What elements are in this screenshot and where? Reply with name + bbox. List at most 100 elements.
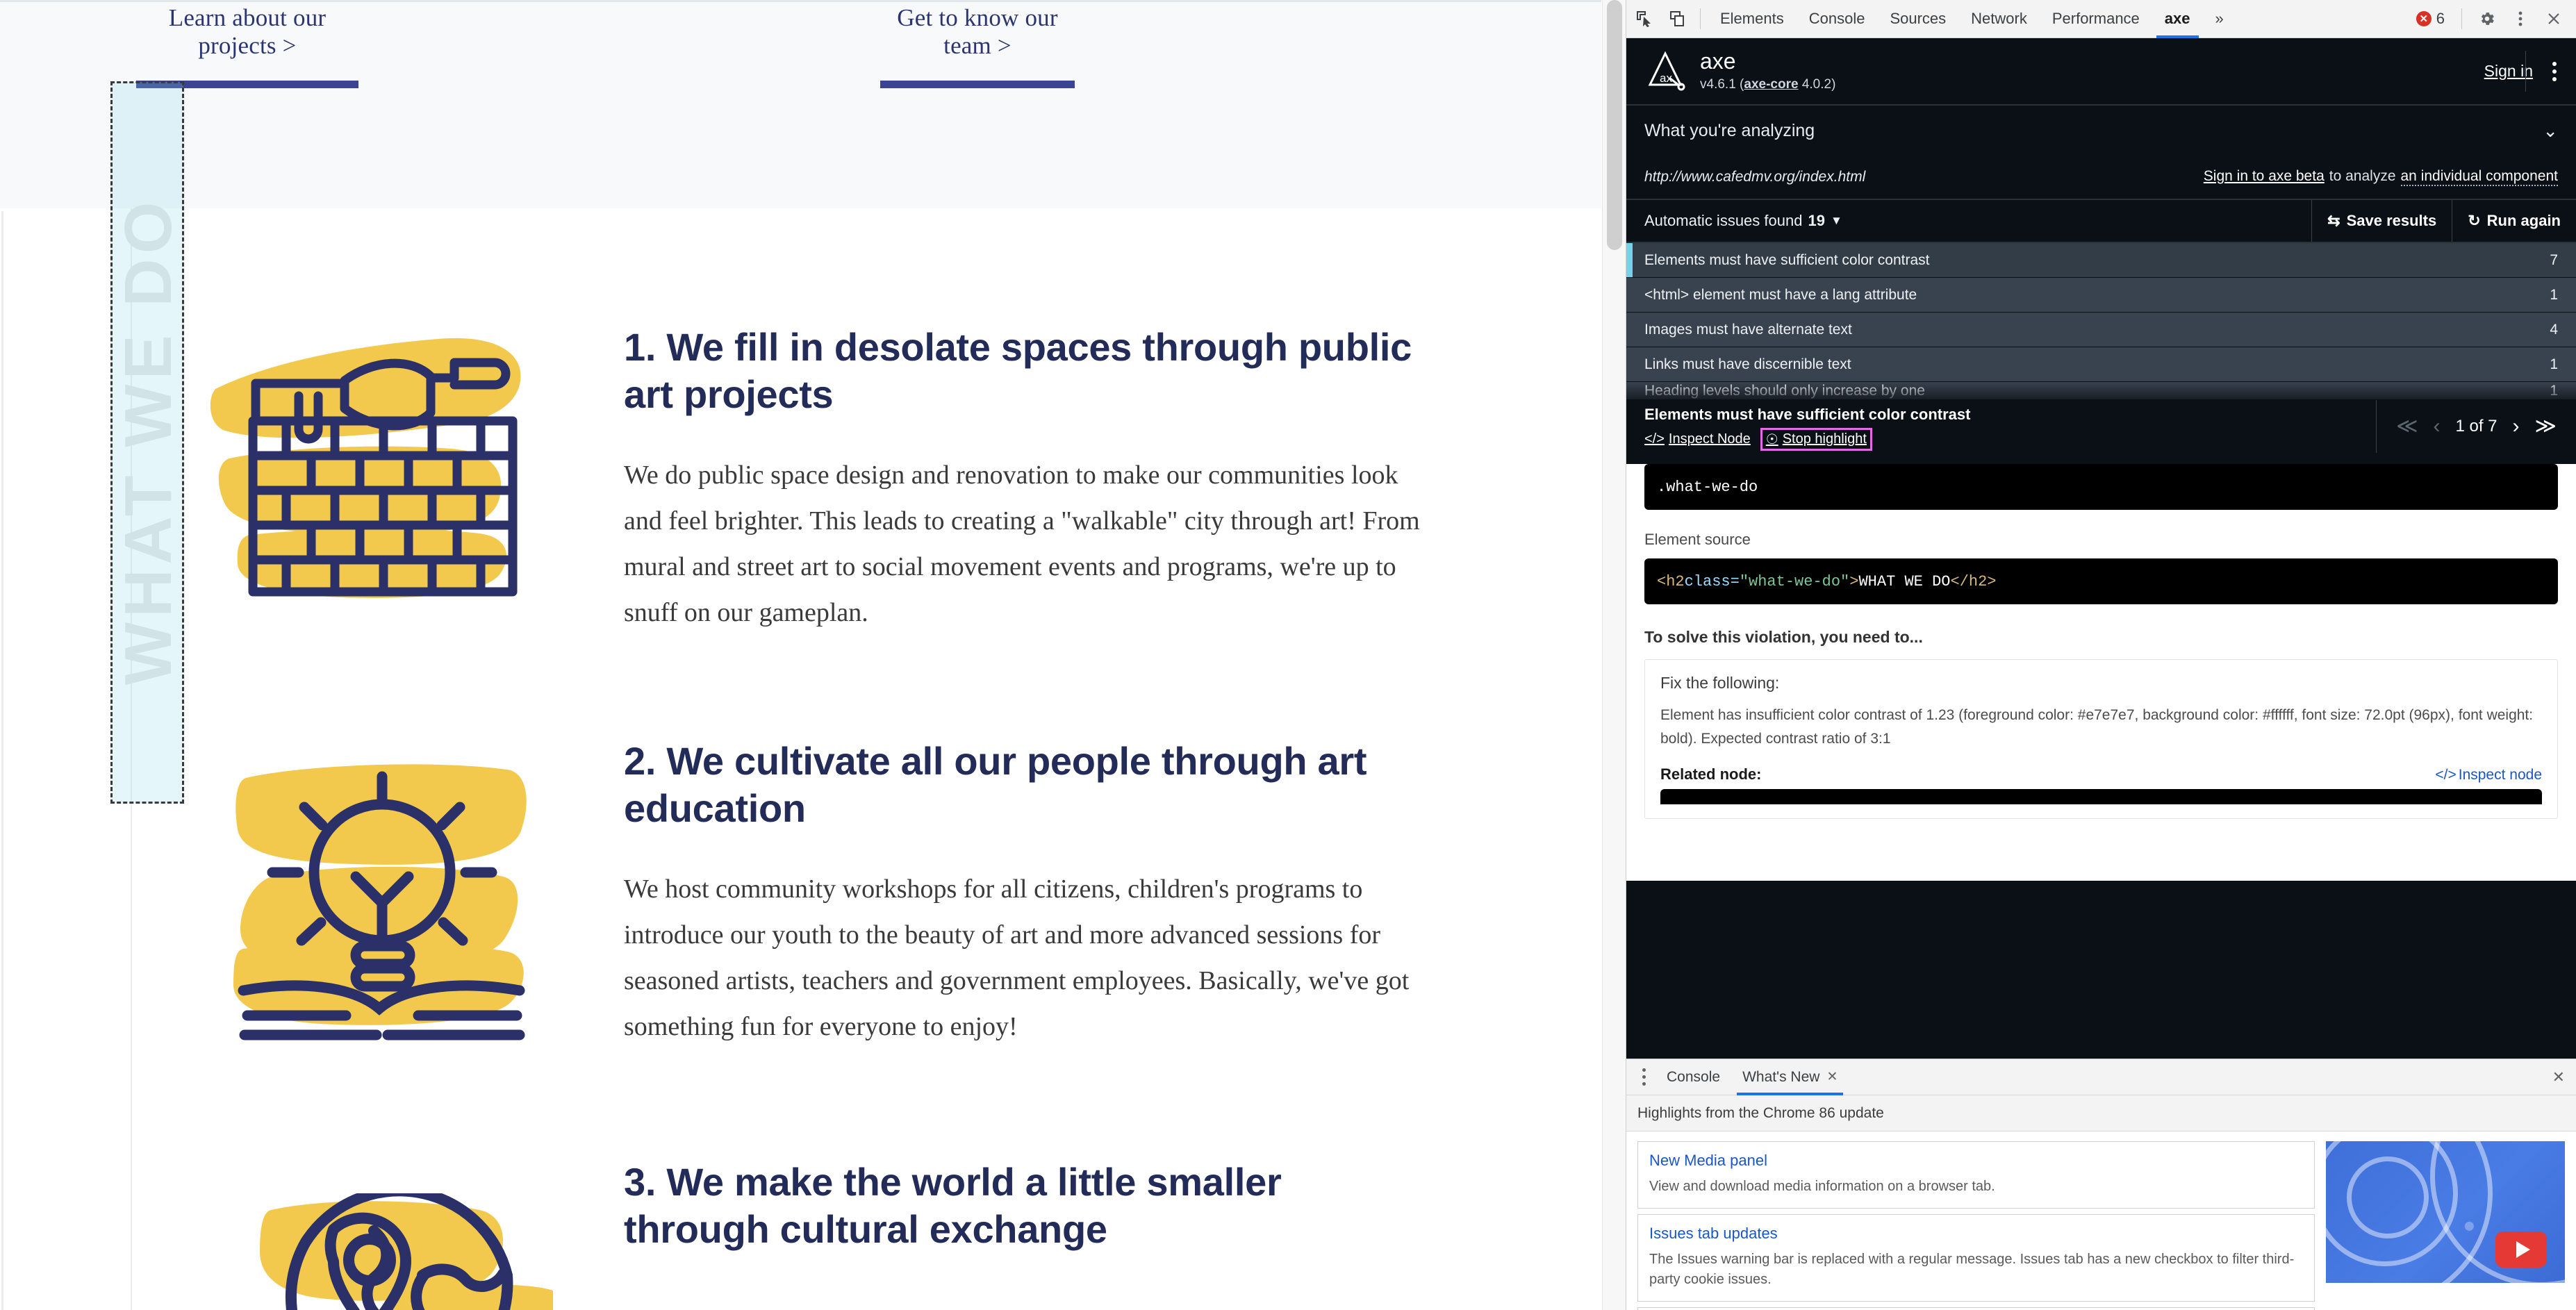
code-brackets-icon: </> — [1644, 431, 1665, 447]
sign-in-to-axe-beta-link[interactable]: Sign in to axe beta — [2204, 168, 2325, 185]
issue-count: 1 — [2550, 286, 2558, 303]
inspect-element-icon[interactable] — [1629, 3, 1660, 34]
axe-version: v4.6.1 (axe-core 4.0.2) — [1700, 77, 1835, 92]
run-again-button[interactable]: ↻ Run again — [2452, 200, 2576, 242]
drawer-tab-whats-new[interactable]: What's New ✕ — [1731, 1059, 1849, 1095]
tab-network[interactable]: Network — [1958, 0, 2040, 38]
play-triangle-icon — [2516, 1241, 2530, 1258]
issue-count: 4 — [2550, 321, 2558, 338]
version-suffix: 4.0.2) — [1798, 76, 1836, 92]
cta-learn-about-projects[interactable]: Learn about our projects > — [136, 4, 358, 88]
issue-label: <html> element must have a lang attribut… — [1644, 286, 1917, 303]
stop-highlight-button[interactable]: ☉ Stop highlight — [1766, 431, 1867, 448]
whats-new-video-thumbnail[interactable] — [2326, 1141, 2565, 1283]
close-icon[interactable] — [2538, 3, 2569, 34]
issue-row-image-alt[interactable]: Images must have alternate text 4 — [1626, 313, 2576, 347]
whats-new-card[interactable]: Emulate missing local fonts — [1637, 1307, 2315, 1310]
analyzing-header-row[interactable]: What you're analyzing ⌄ — [1644, 106, 2558, 156]
device-toolbar-icon[interactable] — [1662, 3, 1693, 34]
lightbulb-book-illustration — [233, 764, 527, 1040]
whats-new-subtitle: Highlights from the Chrome 86 update — [1626, 1095, 2576, 1131]
devtools-drawer: Console What's New ✕ ✕ Highlights from t… — [1626, 1059, 2576, 1310]
whats-new-content: New Media panel View and download media … — [1626, 1131, 2576, 1310]
inspect-node-button[interactable]: </> Inspect Node — [1644, 431, 1751, 447]
analyzing-url-row: http://www.cafedmv.org/index.html Sign i… — [1644, 156, 2558, 199]
kebab-menu-icon[interactable] — [2505, 3, 2536, 34]
tab-performance[interactable]: Performance — [2040, 0, 2152, 38]
error-badge-icon: ✕ — [2416, 11, 2431, 26]
individual-component-link[interactable]: an individual component — [2400, 168, 2558, 186]
card-title[interactable]: New Media panel — [1649, 1152, 1767, 1169]
section-1-body: We do public space design and renovation… — [624, 460, 1420, 627]
element-source-block: <h2 class= "what-we-do" > WHAT WE DO </h2> — [1644, 558, 2558, 604]
issue-detail-header: Elements must have sufficient color cont… — [1626, 400, 2576, 453]
whats-new-card[interactable]: New Media panel View and download media … — [1637, 1141, 2315, 1209]
prev-issue-button[interactable]: ‹ — [2433, 416, 2440, 437]
whats-new-card-list: New Media panel View and download media … — [1637, 1141, 2315, 1310]
first-issue-button[interactable]: ≪ — [2396, 416, 2418, 437]
tab-elements[interactable]: Elements — [1708, 0, 1797, 38]
card-description: View and download media information on a… — [1649, 1179, 1995, 1194]
related-node-label: Related node: — [1660, 765, 1762, 783]
tab-console[interactable]: Console — [1797, 0, 1878, 38]
axe-element-highlight-overlay — [110, 81, 184, 804]
card-title[interactable]: Issues tab updates — [1649, 1225, 1778, 1242]
page-scrollbar[interactable] — [1602, 0, 1626, 1310]
refresh-icon: ↻ — [2468, 212, 2481, 229]
cta-get-to-know-team[interactable]: Get to know our team > — [880, 4, 1075, 88]
section-2-body: We host community workshops for all citi… — [624, 874, 1410, 1041]
toolbar-divider-2 — [2461, 8, 2462, 29]
save-results-button[interactable]: ⇆ Save results — [2311, 200, 2452, 242]
drawer-tab-console[interactable]: Console — [1656, 1059, 1731, 1095]
issue-count: 1 — [2550, 382, 2558, 399]
axe-kebab-menu-icon[interactable] — [2551, 61, 2558, 81]
version-prefix: v4.6.1 ( — [1700, 76, 1744, 92]
issue-row-color-contrast[interactable]: Elements must have sufficient color cont… — [1626, 243, 2576, 278]
close-tab-icon[interactable]: ✕ — [1826, 1069, 1838, 1085]
cta-underline-rule — [880, 81, 1075, 88]
issue-row-link-name[interactable]: Links must have discernible text 1 — [1626, 347, 2576, 382]
play-button[interactable] — [2495, 1232, 2547, 1268]
issues-list: Elements must have sufficient color cont… — [1626, 243, 2576, 400]
source-attr: class= — [1684, 572, 1740, 590]
stop-highlight-label: Stop highlight — [1782, 431, 1867, 447]
automatic-issues-found[interactable]: Automatic issues found 19 ▼ — [1626, 200, 2311, 242]
tab-sources[interactable]: Sources — [1877, 0, 1958, 38]
page-scrollbar-thumb[interactable] — [1607, 0, 1622, 250]
fix-following-title: Fix the following: — [1660, 674, 1780, 692]
save-results-label: Save results — [2346, 212, 2437, 229]
source-close: </h2> — [1950, 572, 1997, 590]
close-drawer-icon[interactable]: ✕ — [2552, 1068, 2565, 1086]
issue-label: Images must have alternate text — [1644, 321, 1852, 338]
solve-violation-label: To solve this violation, you need to... — [1644, 628, 1923, 646]
error-counter[interactable]: ✕ 6 — [2416, 10, 2445, 28]
inspect-node-link-label: Inspect node — [2458, 767, 2542, 783]
issue-label: Elements must have sufficient color cont… — [1644, 251, 1930, 268]
error-count: 6 — [2436, 10, 2445, 27]
section-2-heading: 2. We cultivate all our people through a… — [624, 739, 1367, 831]
beta-middle-text: to analyze — [2329, 168, 2396, 184]
gear-icon[interactable] — [2472, 3, 2502, 34]
caret-down-icon[interactable]: ▼ — [1831, 214, 1842, 228]
devtools-tabbar: Elements Console Sources Network Perform… — [1626, 0, 2576, 38]
content-section-1: 1. We fill in desolate spaces through pu… — [624, 324, 1430, 636]
axe-core-link[interactable]: axe-core — [1744, 77, 1798, 92]
next-issue-button[interactable]: › — [2513, 416, 2520, 437]
issue-row-html-lang[interactable]: <html> element must have a lang attribut… — [1626, 278, 2576, 313]
what-youre-analyzing-section: What you're analyzing ⌄ http://www.cafed… — [1626, 106, 2576, 200]
related-node-code-block — [1660, 789, 2542, 805]
more-tabs-icon[interactable]: » — [2203, 0, 2236, 38]
chevron-down-icon[interactable]: ⌄ — [2543, 120, 2558, 142]
header-divider — [2525, 51, 2526, 92]
css-selector-block: .what-we-do — [1644, 464, 2558, 510]
issue-row-heading-order[interactable]: Heading levels should only increase by o… — [1626, 382, 2576, 400]
whats-new-card[interactable]: Issues tab updates The Issues warning ba… — [1637, 1214, 2315, 1302]
tab-axe[interactable]: axe — [2152, 0, 2203, 38]
drawer-kebab-menu-icon[interactable] — [1632, 1068, 1656, 1086]
last-issue-button[interactable]: ≫ — [2535, 416, 2557, 437]
inspect-node-link[interactable]: </> Inspect node — [2435, 767, 2542, 783]
issues-summary-bar: Automatic issues found 19 ▼ ⇆ Save resul… — [1626, 200, 2576, 243]
issues-found-label: Automatic issues found — [1644, 212, 1803, 229]
issues-found-count: 19 — [1808, 212, 1825, 229]
drawer-tab-label: Console — [1667, 1068, 1721, 1085]
